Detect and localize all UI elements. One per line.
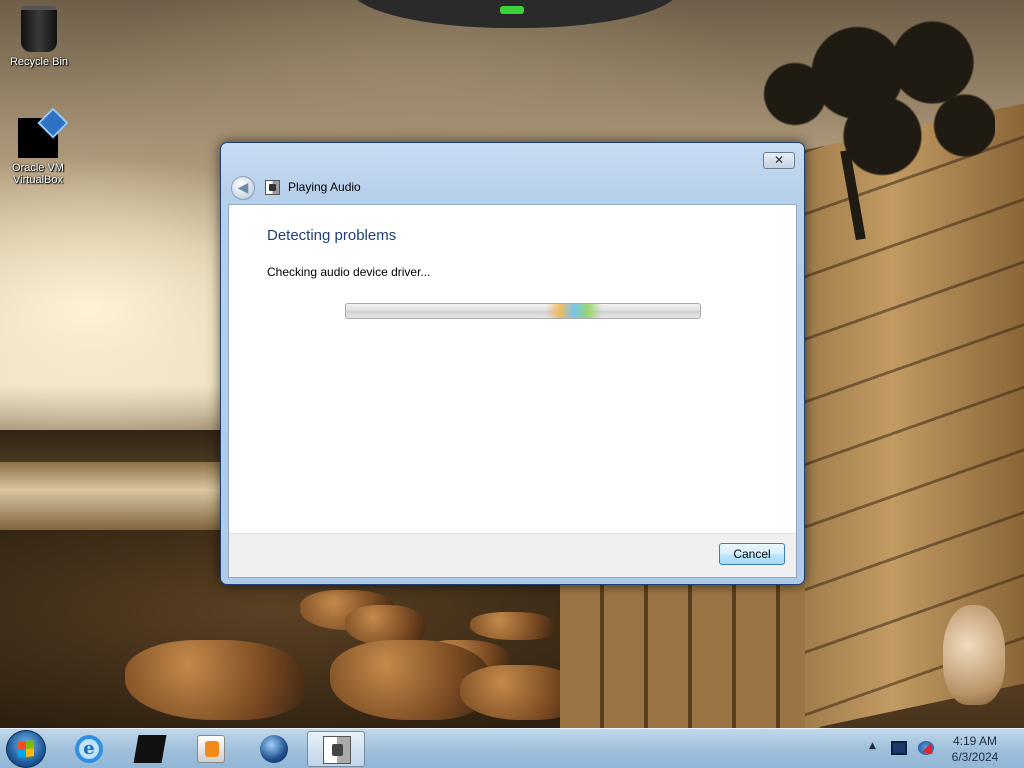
wallpaper-rock (345, 605, 425, 645)
volume-icon[interactable] (918, 741, 934, 755)
dialog-title: Playing Audio (288, 180, 361, 194)
globe-icon (260, 735, 288, 763)
taskbar-item-troubleshooter[interactable] (307, 731, 365, 767)
clock-time: 4:19 AM (952, 734, 998, 748)
dialog-content: Detecting problems Checking audio device… (228, 204, 797, 578)
top-gadget (350, 0, 680, 28)
desktop-icon-label: Oracle VM VirtualBox (12, 162, 64, 186)
page-heading: Detecting problems (267, 227, 397, 244)
progress-bar (345, 303, 701, 319)
desktop-icon-recycle-bin[interactable]: Recycle Bin (3, 6, 75, 68)
back-arrow-icon[interactable]: ◀ (231, 176, 255, 200)
cancel-button[interactable]: Cancel (719, 543, 785, 565)
taskbar-item-virtualbox[interactable] (121, 731, 179, 767)
show-hidden-icons-button[interactable]: ▲ (869, 741, 876, 751)
taskbar-item-media-player[interactable] (182, 731, 240, 767)
desktop-icon-label: Recycle Bin (9, 56, 69, 68)
dialog-footer: Cancel (229, 533, 796, 577)
wallpaper-beach (0, 462, 230, 532)
desktop-icon-virtualbox[interactable]: Oracle VM VirtualBox (3, 118, 73, 186)
virtualbox-icon (18, 118, 58, 158)
network-icon[interactable] (891, 741, 907, 755)
wallpaper-rock (470, 612, 555, 640)
gadget-led (500, 6, 524, 14)
wallpaper-horizon (0, 430, 230, 464)
playing-audio-dialog: ✕ ◀ Playing Audio Detecting problems Che… (220, 142, 805, 585)
internet-explorer-icon: e (75, 735, 103, 763)
progress-marquee (546, 304, 602, 318)
virtualbox-icon (133, 735, 167, 763)
troubleshooter-icon (265, 180, 280, 195)
recycle-bin-icon (21, 6, 57, 52)
taskbar-item-internet-explorer[interactable]: e (60, 731, 118, 767)
wallpaper-boardwalk (560, 580, 820, 730)
hamster-gadget (943, 605, 1005, 705)
start-icon[interactable] (6, 730, 46, 768)
clock-date: 6/3/2024 (951, 750, 999, 764)
status-text: Checking audio device driver... (267, 265, 431, 279)
close-button[interactable]: ✕ (763, 152, 795, 169)
taskbar: e ▲ 4:19 AM 6/3/2024 (0, 728, 1024, 768)
taskbar-item-globe[interactable] (245, 731, 303, 767)
clock[interactable]: 4:19 AM 6/3/2024 (945, 733, 1005, 765)
wallpaper-rock (125, 640, 305, 720)
media-player-icon (197, 735, 225, 763)
troubleshooter-icon (323, 736, 351, 764)
